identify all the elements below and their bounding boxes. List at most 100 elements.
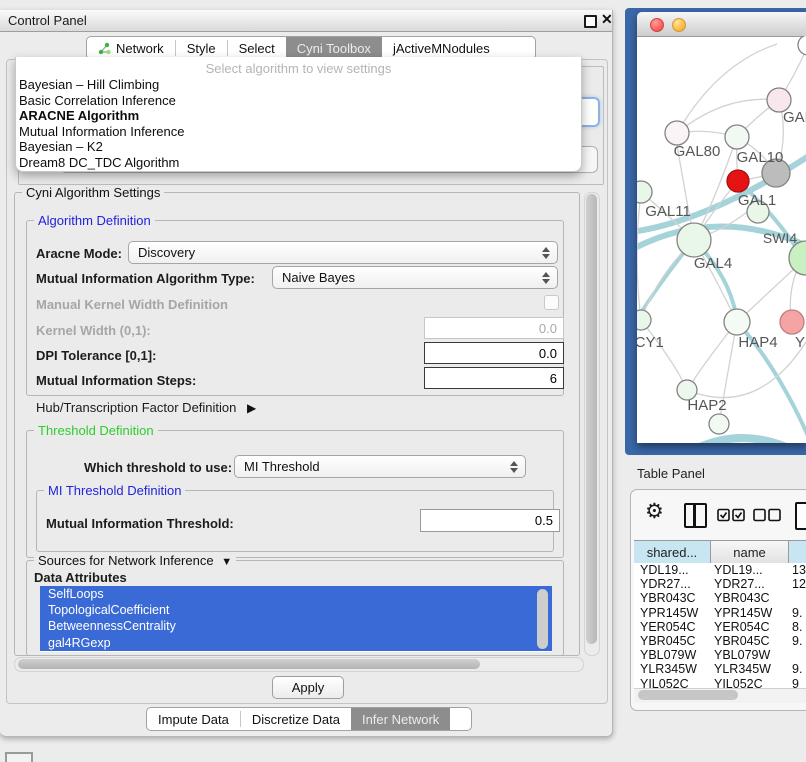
aracne-mode-select[interactable]: Discovery	[128, 241, 558, 264]
node-salmon[interactable]	[780, 310, 804, 334]
table-row[interactable]: YER054CYER054C8.	[634, 620, 806, 634]
table-cell[interactable]: YDR27...	[712, 577, 790, 591]
table-cell[interactable]: YBR043C	[712, 591, 790, 605]
table-cell[interactable]: YLR345W	[634, 662, 712, 676]
column-header-partial[interactable]	[789, 540, 806, 564]
tab-impute-data[interactable]: Impute Data	[147, 708, 240, 730]
tab-jactivemnodules[interactable]: jActiveMNodules	[382, 37, 501, 59]
algorithm-option[interactable]: Bayesian – Hill Climbing	[18, 77, 578, 93]
table-cell[interactable]: 12	[790, 577, 806, 591]
node-gal4[interactable]	[677, 223, 711, 257]
table-cell[interactable]: YDR27...	[634, 577, 712, 591]
table-cell[interactable]: YBL079W	[634, 648, 712, 662]
close-icon[interactable]: ✕	[601, 11, 613, 28]
tab-discretize-data-label: Discretize Data	[252, 712, 340, 727]
stepper-arrows-icon	[509, 461, 518, 473]
screen: Control Panel ✕ Network Style Select Cyn…	[0, 0, 806, 762]
apply-button[interactable]: Apply	[272, 676, 344, 699]
split-columns-icon[interactable]	[684, 503, 707, 528]
data-attribute-item[interactable]: BetweennessCentrality	[40, 618, 552, 634]
new-table-icon-partial[interactable]	[795, 502, 806, 530]
table-cell[interactable]: YLR345W	[712, 662, 790, 676]
table-row[interactable]: YDL19...YDL19...13	[634, 563, 806, 577]
hub-tf-definition-toggle[interactable]: Hub/Transcription Factor Definition ▶	[36, 400, 256, 415]
mi-threshold-field[interactable]: 0.5	[420, 509, 560, 532]
algorithm-option[interactable]: Bayesian – K2	[18, 139, 578, 155]
table-cell[interactable]: YBR045C	[712, 634, 790, 648]
node-top-partial[interactable]	[798, 36, 806, 55]
zoom-traffic-light[interactable]	[694, 18, 706, 30]
table-cell[interactable]: 9.	[790, 662, 802, 676]
gear-icon[interactable]: ⚙	[645, 501, 664, 522]
manual-kernel-width-checkbox[interactable]	[544, 295, 559, 310]
table-cell[interactable]: YER054C	[712, 620, 790, 634]
table-cell[interactable]: YDL19...	[712, 563, 790, 577]
table-row[interactable]: YDR27...YDR27...12	[634, 577, 806, 591]
table-cell[interactable]: 9.	[790, 634, 802, 648]
which-threshold-select[interactable]: MI Threshold	[234, 455, 526, 478]
table-cell[interactable]: YPR145W	[634, 606, 712, 620]
node-hap4[interactable]	[724, 309, 750, 335]
data-attribute-item[interactable]: SelfLoops	[40, 586, 552, 602]
table-cell[interactable]: 8.	[790, 620, 802, 634]
dpi-tolerance-field[interactable]: 0.0	[424, 342, 564, 364]
table-cell[interactable]: YIL052C	[634, 677, 712, 688]
node-gcy1[interactable]	[637, 310, 651, 330]
table-cell[interactable]: 13	[790, 563, 806, 577]
attributes-scrollbar-thumb[interactable]	[537, 589, 548, 649]
data-attribute-item[interactable]: TopologicalCoefficient	[40, 602, 552, 618]
table-cell[interactable]: YER054C	[634, 620, 712, 634]
settings-vscrollbar-thumb[interactable]	[586, 194, 597, 644]
tab-network[interactable]: Network	[87, 37, 175, 59]
kernel-width-field: 0.0	[424, 317, 564, 339]
table-cell[interactable]: YBL079W	[712, 648, 790, 662]
table-row[interactable]: YBL079WYBL079W	[634, 648, 806, 662]
column-header-name[interactable]: name	[711, 540, 789, 564]
table-hscrollbar-thumb[interactable]	[638, 690, 738, 700]
collapsed-panel-icon[interactable]	[5, 752, 33, 762]
network-canvas[interactable]: GAL GAL80 GAL10 GAL1 GAL11 SWI4 GAL4 GCY…	[637, 36, 806, 443]
close-traffic-light[interactable]	[650, 18, 664, 32]
algorithm-option[interactable]: Dream8 DC_TDC Algorithm	[18, 155, 578, 171]
node-selected-red[interactable]	[727, 170, 749, 192]
mi-algorithm-type-value: Naive Bayes	[273, 270, 541, 285]
node-green-partial[interactable]	[789, 241, 806, 275]
mi-algorithm-type-select[interactable]: Naive Bayes	[272, 266, 558, 289]
algorithm-option[interactable]: Basic Correlation Inference	[18, 93, 578, 109]
table-cell[interactable]: YBR045C	[634, 634, 712, 648]
tab-style[interactable]: Style	[176, 37, 227, 59]
tab-discretize-data[interactable]: Discretize Data	[241, 708, 351, 730]
algorithm-option[interactable]: ARACNE Algorithm	[18, 108, 578, 124]
node-bottom-partial[interactable]	[709, 414, 729, 434]
table-cell[interactable]: YIL052C	[712, 677, 790, 688]
table-row[interactable]: YLR345WYLR345W9.	[634, 662, 806, 676]
data-attribute-item[interactable]: gal4RGexp	[40, 635, 552, 651]
table-cell[interactable]: YPR145W	[712, 606, 790, 620]
mi-steps-field[interactable]: 6	[424, 367, 564, 389]
algorithm-option[interactable]: Mutual Information Inference	[18, 124, 578, 140]
select-all-columns-icon[interactable]	[717, 508, 747, 527]
bottom-tabbar: Impute Data Discretize Data Infer Networ…	[146, 707, 472, 731]
minimize-traffic-light[interactable]	[672, 18, 686, 32]
table-cell[interactable]: 9	[790, 677, 799, 688]
mi-threshold-label: Mutual Information Threshold:	[46, 516, 234, 531]
float-window-icon[interactable]	[584, 15, 597, 28]
tab-infer-network[interactable]: Infer Network	[351, 708, 450, 730]
node-gal10[interactable]	[725, 125, 749, 149]
deselect-all-columns-icon[interactable]	[753, 508, 783, 527]
table-row[interactable]: YBR045CYBR045C9.	[634, 634, 806, 648]
table-cell[interactable]: YDL19...	[634, 563, 712, 577]
table-row[interactable]: YBR043CYBR043C	[634, 591, 806, 605]
table-cell[interactable]: YBR043C	[634, 591, 712, 605]
table-row[interactable]: YPR145WYPR145W9.	[634, 606, 806, 620]
table-cell[interactable]: 9.	[790, 606, 802, 620]
column-header-shared[interactable]: shared...	[634, 540, 711, 564]
node-table[interactable]: YDL19...YDL19...13YDR27...YDR27...12YBR0…	[634, 563, 806, 688]
data-attributes-list[interactable]: SelfLoopsTopologicalCoefficientBetweenne…	[40, 586, 552, 652]
node-gal80[interactable]	[665, 121, 689, 145]
settings-hscrollbar-thumb[interactable]	[18, 659, 480, 669]
table-row[interactable]: YIL052CYIL052C9	[634, 677, 806, 689]
tab-select[interactable]: Select	[228, 37, 286, 59]
tab-cyni-toolbox[interactable]: Cyni Toolbox	[286, 37, 382, 59]
collapse-arrow-icon[interactable]: ▼	[221, 556, 232, 568]
